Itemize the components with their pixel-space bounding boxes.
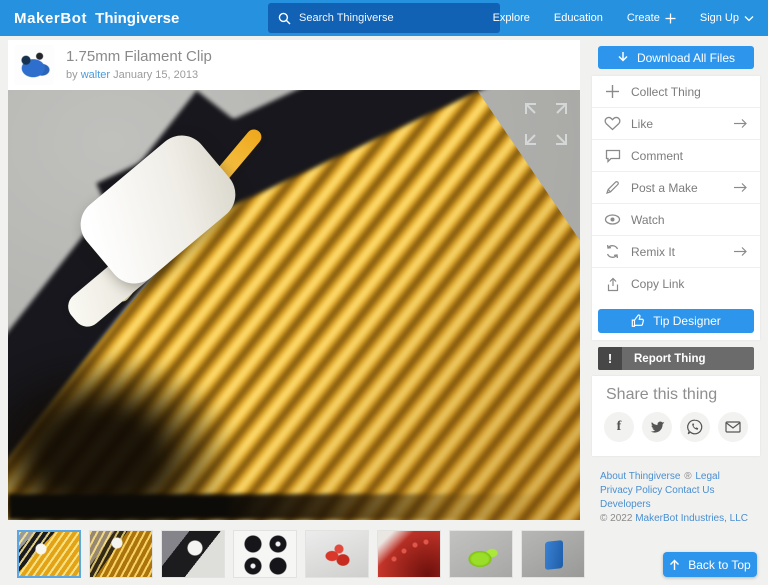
- pencil-icon: [604, 179, 621, 196]
- whatsapp-icon[interactable]: [680, 412, 710, 442]
- footer-link-developers[interactable]: Developers: [600, 499, 651, 510]
- footer-link-legal[interactable]: Legal: [695, 471, 719, 482]
- plus-icon: [665, 13, 676, 24]
- footer-link-makerbot-industries[interactable]: MakerBot Industries, LLC: [635, 513, 748, 524]
- post-a-make-button[interactable]: Post a Make: [592, 172, 760, 204]
- thumbnail-1-yellow-spool-with-clip[interactable]: [17, 530, 81, 578]
- plus-icon: [604, 83, 621, 100]
- author-link[interactable]: walter: [81, 69, 110, 81]
- watch-button[interactable]: Watch: [592, 204, 760, 236]
- photo-bottom-shadow: [8, 494, 580, 520]
- thing-avatar: [14, 45, 54, 85]
- download-icon: [617, 51, 629, 64]
- top-header: MakerBot Thingiverse Explore Education C…: [0, 0, 768, 36]
- arrow-right-icon: [733, 246, 748, 257]
- thumbnail-7-green-clips[interactable]: [449, 530, 513, 578]
- arrow-up-icon: [669, 559, 680, 571]
- heart-icon: [604, 115, 621, 132]
- download-all-files-button[interactable]: Download All Files: [598, 46, 754, 69]
- share-heading: Share this thing: [606, 386, 717, 404]
- chevron-down-icon: [744, 15, 754, 22]
- copy-link-button[interactable]: Copy Link: [592, 268, 760, 300]
- like-button[interactable]: Like: [592, 108, 760, 140]
- thingiverse-logo[interactable]: MakerBot Thingiverse: [14, 0, 179, 36]
- share-export-icon: [604, 276, 621, 293]
- thing-photo[interactable]: [8, 90, 580, 520]
- thumbnail-2-yellow-filament-closeup[interactable]: [89, 530, 153, 578]
- eye-icon: [604, 211, 621, 228]
- page-title: 1.75mm Filament Clip: [66, 48, 212, 65]
- registered-mark: ®: [684, 471, 691, 482]
- tip-designer-button[interactable]: Tip Designer: [598, 309, 754, 333]
- twitter-icon[interactable]: [642, 412, 672, 442]
- logo-makerbot: MakerBot: [14, 10, 87, 27]
- thumbnail-5-red-clips[interactable]: [305, 530, 369, 578]
- search-icon: [278, 12, 291, 25]
- share-card: Share this thing f: [592, 376, 760, 456]
- nav-education[interactable]: Education: [554, 12, 603, 24]
- fullscreen-expand-icon[interactable]: [518, 98, 574, 150]
- thumbnail-6-red-spool-with-clips[interactable]: [377, 530, 441, 578]
- search-input[interactable]: [291, 3, 500, 33]
- collect-thing-button[interactable]: Collect Thing: [592, 76, 760, 108]
- facebook-icon[interactable]: f: [604, 412, 634, 442]
- thumbnail-3-white-clip-on-black-spool[interactable]: [161, 530, 225, 578]
- footer-link-privacy-policy[interactable]: Privacy Policy: [600, 485, 662, 496]
- thumbs-up-icon: [631, 314, 645, 328]
- thumbnail-strip: [17, 530, 585, 578]
- comment-button[interactable]: Comment: [592, 140, 760, 172]
- blue-clip-shape: [545, 540, 563, 570]
- publish-date: January 15, 2013: [113, 69, 198, 81]
- footer-links: About Thingiverse ® Legal Privacy Policy…: [600, 470, 752, 526]
- logo-thingiverse: Thingiverse: [95, 10, 179, 27]
- nav-sign-up[interactable]: Sign Up: [700, 12, 754, 24]
- search-box[interactable]: [268, 3, 500, 33]
- action-list: Collect Thing Like Comment Post a Make: [592, 76, 760, 340]
- exclamation-icon: !: [598, 347, 622, 370]
- byline: by walter January 15, 2013: [66, 69, 198, 81]
- thing-header-card: 1.75mm Filament Clip by walter January 1…: [8, 40, 580, 90]
- thumbnail-4-four-black-spools[interactable]: [233, 530, 297, 578]
- share-icons: f: [604, 412, 748, 442]
- copyright-text: © 2022: [600, 513, 632, 524]
- email-icon[interactable]: [718, 412, 748, 442]
- nav-create[interactable]: Create: [627, 12, 676, 24]
- thumbnail-8-blue-clip-render[interactable]: [521, 530, 585, 578]
- remix-icon: [604, 243, 621, 260]
- nav-explore[interactable]: Explore: [493, 12, 530, 24]
- footer-link-contact-us[interactable]: Contact Us: [665, 485, 714, 496]
- arrow-right-icon: [733, 118, 748, 129]
- report-thing-button[interactable]: ! Report Thing: [598, 347, 754, 370]
- top-navigation: Explore Education Create Sign Up: [493, 0, 754, 36]
- remix-it-button[interactable]: Remix It: [592, 236, 760, 268]
- comment-icon: [604, 147, 621, 164]
- footer-link-about[interactable]: About Thingiverse: [600, 471, 680, 482]
- back-to-top-button[interactable]: Back to Top: [663, 552, 757, 577]
- arrow-right-icon: [733, 182, 748, 193]
